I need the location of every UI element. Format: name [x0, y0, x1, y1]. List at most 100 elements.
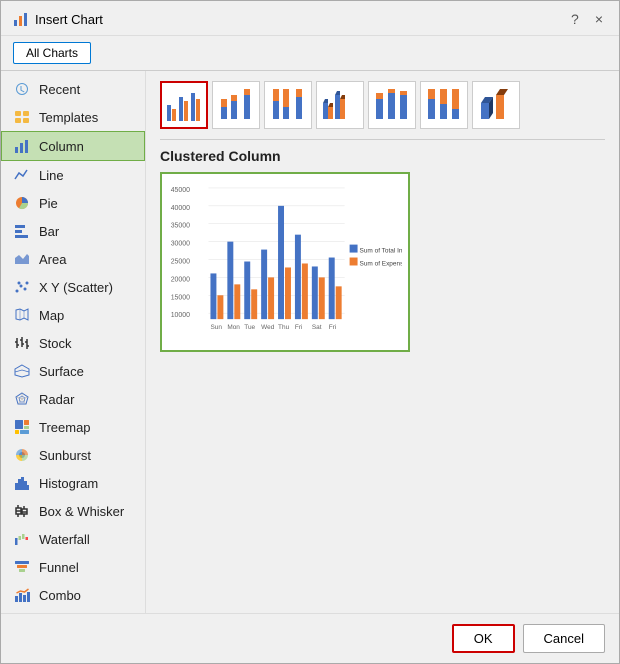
sidebar-item-area-label: Area	[39, 252, 66, 267]
svg-text:Sun: Sun	[210, 324, 222, 331]
chart-type-stacked-100[interactable]	[264, 81, 312, 129]
sidebar-item-map[interactable]: Map	[1, 301, 145, 329]
svg-text:40000: 40000	[171, 205, 190, 212]
sidebar-item-pie[interactable]: Pie	[1, 189, 145, 217]
sidebar-item-box-whisker-label: Box & Whisker	[39, 504, 124, 519]
sidebar-item-histogram[interactable]: Histogram	[1, 469, 145, 497]
svg-text:35000: 35000	[171, 223, 190, 230]
svg-text:Tue: Tue	[244, 324, 255, 331]
sidebar-item-treemap[interactable]: Treemap	[1, 413, 145, 441]
svg-text:30000: 30000	[171, 241, 190, 248]
svg-text:Fri: Fri	[329, 324, 337, 331]
sidebar: Recent Templates	[1, 71, 146, 613]
chart-type-3d-stacked[interactable]	[368, 81, 416, 129]
sidebar-item-funnel[interactable]: Funnel	[1, 553, 145, 581]
chart-type-3d-clustered[interactable]	[316, 81, 364, 129]
svg-text:15000: 15000	[171, 294, 190, 301]
chart-type-name: Clustered Column	[160, 148, 605, 164]
sidebar-item-funnel-label: Funnel	[39, 560, 79, 575]
sidebar-item-combo-label: Combo	[39, 588, 81, 603]
chart-type-icons-row	[160, 81, 605, 129]
sidebar-item-surface[interactable]: Surface	[1, 357, 145, 385]
title-bar-right: ? ×	[567, 9, 607, 29]
treemap-icon	[13, 418, 31, 436]
chart-preview: 45000 40000 35000 30000 25000 20000 1500…	[160, 172, 410, 352]
chart-type-clustered[interactable]	[160, 81, 208, 129]
combo-icon	[13, 586, 31, 604]
chart-preview-svg: 45000 40000 35000 30000 25000 20000 1500…	[168, 180, 402, 344]
sidebar-item-combo[interactable]: Combo	[1, 581, 145, 609]
sidebar-item-bar-label: Bar	[39, 224, 59, 239]
sidebar-item-radar[interactable]: Radar	[1, 385, 145, 413]
svg-text:Sat: Sat	[312, 324, 322, 331]
cancel-button[interactable]: Cancel	[523, 624, 605, 653]
chart-type-3d-column[interactable]	[472, 81, 520, 129]
radar-icon	[13, 390, 31, 408]
sidebar-item-waterfall[interactable]: Waterfall	[1, 525, 145, 553]
chart-type-3d-stacked-100[interactable]	[420, 81, 468, 129]
sidebar-item-xy-scatter[interactable]: X Y (Scatter)	[1, 273, 145, 301]
sidebar-item-map-label: Map	[39, 308, 64, 323]
sidebar-item-column[interactable]: Column	[1, 131, 145, 161]
funnel-icon	[13, 558, 31, 576]
sidebar-item-templates[interactable]: Templates	[1, 103, 145, 131]
sidebar-item-scatter-label: X Y (Scatter)	[39, 280, 113, 295]
bar-icon	[13, 222, 31, 240]
area-icon	[13, 250, 31, 268]
svg-text:20000: 20000	[171, 276, 190, 283]
sidebar-item-recent-label: Recent	[39, 82, 80, 97]
svg-text:10000: 10000	[171, 312, 190, 319]
templates-icon	[13, 108, 31, 126]
sidebar-item-line[interactable]: Line	[1, 161, 145, 189]
surface-icon	[13, 362, 31, 380]
sidebar-item-waterfall-label: Waterfall	[39, 532, 90, 547]
chart-title-icon	[13, 11, 29, 27]
scatter-icon	[13, 278, 31, 296]
insert-chart-dialog: Insert Chart ? × All Charts Recent	[0, 0, 620, 664]
svg-text:Sum of Expenses: Sum of Expenses	[360, 260, 402, 267]
sidebar-item-pie-label: Pie	[39, 196, 58, 211]
sidebar-item-stock[interactable]: Stock	[1, 329, 145, 357]
separator	[160, 139, 605, 140]
sidebar-item-area[interactable]: Area	[1, 245, 145, 273]
sidebar-item-surface-label: Surface	[39, 364, 84, 379]
column-icon	[13, 137, 31, 155]
chart-type-stacked[interactable]	[212, 81, 260, 129]
svg-text:Thu: Thu	[278, 324, 290, 331]
svg-text:Sum of Total Income: Sum of Total Income	[360, 248, 402, 255]
pie-icon	[13, 194, 31, 212]
sunburst-icon	[13, 446, 31, 464]
sidebar-item-sunburst[interactable]: Sunburst	[1, 441, 145, 469]
sidebar-item-line-label: Line	[39, 168, 64, 183]
line-icon	[13, 166, 31, 184]
sidebar-item-treemap-label: Treemap	[39, 420, 91, 435]
title-bar-left: Insert Chart	[13, 11, 103, 27]
dialog-footer: OK Cancel	[1, 613, 619, 663]
sidebar-item-recent[interactable]: Recent	[1, 75, 145, 103]
box-whisker-icon	[13, 502, 31, 520]
dialog-title: Insert Chart	[35, 12, 103, 27]
all-charts-tab[interactable]: All Charts	[13, 42, 91, 64]
dialog-body: Recent Templates	[1, 71, 619, 613]
svg-text:25000: 25000	[171, 258, 190, 265]
sidebar-item-templates-label: Templates	[39, 110, 98, 125]
svg-text:Wed: Wed	[261, 324, 275, 331]
map-icon	[13, 306, 31, 324]
waterfall-icon	[13, 530, 31, 548]
sidebar-item-histogram-label: Histogram	[39, 476, 98, 491]
sidebar-item-sunburst-label: Sunburst	[39, 448, 91, 463]
sidebar-item-radar-label: Radar	[39, 392, 74, 407]
all-charts-tab-bar: All Charts	[1, 36, 619, 71]
main-content: Clustered Column 45000 40000 35000 30000…	[146, 71, 619, 613]
sidebar-item-box-whisker[interactable]: Box & Whisker	[1, 497, 145, 525]
stock-icon	[13, 334, 31, 352]
ok-button[interactable]: OK	[452, 624, 515, 653]
sidebar-item-column-label: Column	[39, 139, 84, 154]
sidebar-item-bar[interactable]: Bar	[1, 217, 145, 245]
close-button[interactable]: ×	[591, 9, 607, 29]
help-button[interactable]: ?	[567, 9, 583, 29]
svg-text:Fri: Fri	[295, 324, 303, 331]
sidebar-item-stock-label: Stock	[39, 336, 72, 351]
histogram-icon	[13, 474, 31, 492]
recent-icon	[13, 80, 31, 98]
